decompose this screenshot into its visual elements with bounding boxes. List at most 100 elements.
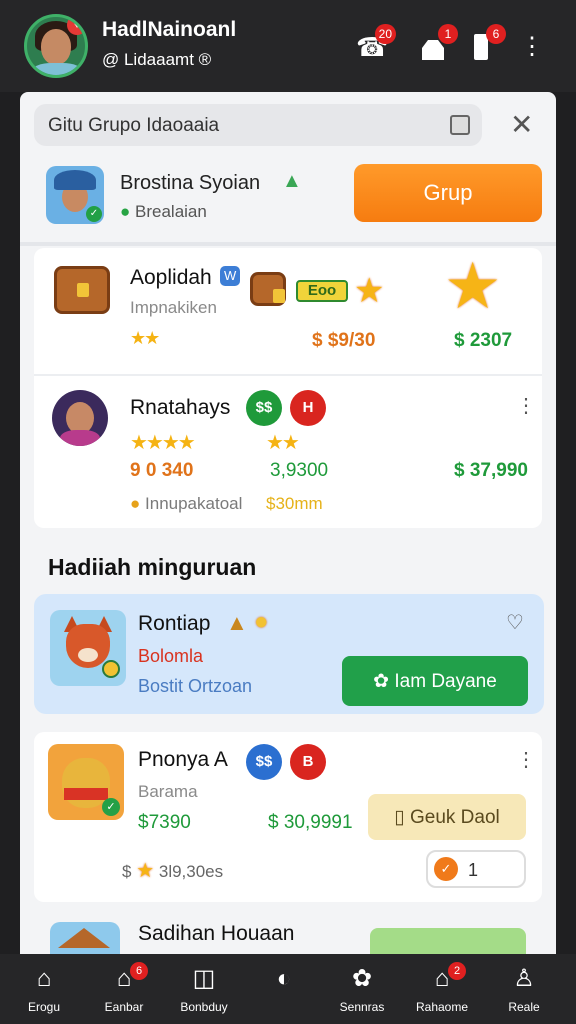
item-chip-red: H bbox=[290, 390, 326, 426]
message-icon: ◫ bbox=[192, 965, 216, 992]
item-subtitle: Impnakiken bbox=[130, 298, 217, 317]
house-avatar bbox=[50, 922, 120, 954]
nav-item-explore[interactable]: ◐ bbox=[248, 964, 320, 1000]
chest-icon bbox=[54, 266, 110, 314]
phone-badge: 6 bbox=[486, 24, 506, 44]
user-avatar[interactable]: ♥ bbox=[24, 14, 88, 78]
group-name: Brostina Syoian bbox=[120, 172, 261, 194]
group-avatar[interactable]: ✓ bbox=[46, 166, 104, 224]
coin-icon bbox=[102, 660, 120, 678]
item-bottom-stars: $ ★ 3l9,30es bbox=[122, 860, 224, 882]
coin-icon: ● bbox=[130, 494, 141, 513]
call-badge: 20 bbox=[374, 24, 396, 44]
profile-icon[interactable]: 1 bbox=[418, 24, 458, 64]
compass-icon: ◐ bbox=[276, 965, 292, 992]
item-stars: ★★ bbox=[130, 328, 160, 348]
stepper-value: 1 bbox=[468, 860, 479, 880]
item-price-mid: $ $9/30 bbox=[312, 330, 376, 351]
item-chip: Eoo bbox=[296, 280, 348, 302]
item-name: Aoplidah bbox=[130, 266, 212, 289]
search-input[interactable]: Gitu Grupo Idaoaaia bbox=[48, 115, 219, 137]
item-note-amount: $30mm bbox=[266, 494, 323, 513]
heart-outline-icon[interactable]: ♡ bbox=[506, 610, 524, 635]
group-header: ✓ Brostina Syoian ▲ ● Brealaian Grup bbox=[20, 156, 556, 238]
join-button[interactable]: ✿ Iam Dayane bbox=[342, 656, 528, 706]
featured-sub-red: Bolomla bbox=[138, 646, 204, 666]
phone-device-icon[interactable]: 6 bbox=[466, 24, 506, 64]
heart-icon: ♥ bbox=[67, 17, 85, 35]
close-icon[interactable]: ✕ bbox=[510, 110, 533, 140]
top-bar: ♥ HadlNainoanl @ Lidaaamt ® ☎ 20 1 6 ⋮ bbox=[0, 0, 576, 92]
filter-icon[interactable] bbox=[450, 115, 470, 135]
search-bar[interactable]: Gitu Grupo Idaoaaia bbox=[34, 104, 482, 146]
list-card: ✓ Pnonya A $$ B ⋮ Barama $7390 $ 30,9991… bbox=[34, 732, 542, 902]
item-chip-red: B bbox=[290, 744, 326, 780]
cat-avatar: ✓ bbox=[48, 744, 124, 820]
nav-item-messages[interactable]: ◫ Bonbduy bbox=[168, 964, 240, 1014]
item-price-mid: $ 30,9991 bbox=[268, 812, 353, 833]
more-icon[interactable]: ⋮ bbox=[516, 750, 536, 770]
check-icon: ✓ bbox=[102, 798, 120, 816]
box-icon: ▯ bbox=[394, 806, 410, 828]
item-tag: W bbox=[220, 266, 241, 286]
item-stars-secondary: ★★ bbox=[266, 432, 300, 454]
featured-card[interactable]: Rontiap ▲ ● ♡ Bolomla Bostit Ortzoan ✿ I… bbox=[34, 594, 544, 714]
flag-icon: ▲ bbox=[282, 170, 302, 192]
home-icon: ⌂ bbox=[36, 965, 52, 992]
profile-badge: 1 bbox=[438, 24, 458, 44]
item-value-right: $ 37,990 bbox=[454, 460, 528, 481]
nav-item-home[interactable]: ⌂ Erogu bbox=[8, 964, 80, 1014]
nav-item-notifications[interactable]: ⌂ 2 Rahaome bbox=[406, 962, 478, 1014]
check-icon: ✓ bbox=[434, 857, 458, 881]
gold-deal-button[interactable]: ▯ Geuk Daol bbox=[368, 794, 526, 840]
item-price-left: $7390 bbox=[138, 812, 191, 833]
nav-badge: 2 bbox=[448, 962, 466, 980]
user-handle: @ Lidaaamt ® bbox=[102, 50, 212, 69]
more-icon[interactable]: ⋮ bbox=[516, 396, 536, 416]
phone-icon[interactable]: ☎ 20 bbox=[356, 24, 396, 64]
grup-button[interactable]: Grup bbox=[354, 164, 542, 222]
emoji-icon: ● bbox=[254, 608, 269, 635]
item-value-mid: 3,9300 bbox=[270, 460, 329, 481]
main-sheet: Gitu Grupo Idaoaaia ✕ ✓ Brostina Syoian … bbox=[20, 92, 556, 954]
shop-icon: ⌂ 6 bbox=[88, 962, 160, 994]
item-name: Sadihan Houaan bbox=[138, 922, 295, 945]
item-value-left: 9 0 340 bbox=[130, 460, 194, 481]
avatar bbox=[52, 390, 108, 446]
divider bbox=[20, 242, 556, 246]
check-icon: ✓ bbox=[86, 206, 102, 222]
item-stars: ★★★★ bbox=[130, 432, 196, 454]
section-title: Hadiiah minguruan bbox=[48, 554, 257, 580]
bottom-nav: ⌂ Erogu ⌂ 6 Eanbar ◫ Bonbduy ◐ ✿ Sennras … bbox=[0, 954, 576, 1024]
featured-sub-blue: Bostit Ortzoan bbox=[138, 676, 253, 696]
quantity-stepper[interactable]: ✓ 1 bbox=[426, 850, 526, 888]
item-chip-blue: $$ bbox=[246, 744, 282, 780]
group-status: ● Brealaian bbox=[120, 202, 207, 221]
featured-name: Rontiap bbox=[138, 612, 211, 635]
big-star-icon: ★ bbox=[444, 250, 502, 322]
item-price-right: $ 2307 bbox=[454, 330, 513, 351]
notification-icon: ⌂ 2 bbox=[406, 962, 478, 994]
item-name: Pnonya A bbox=[138, 748, 228, 771]
action-button[interactable] bbox=[370, 928, 526, 954]
gold-box-icon bbox=[250, 272, 286, 306]
nav-badge: 6 bbox=[130, 962, 148, 980]
item-chip-green: $$ bbox=[246, 390, 282, 426]
profile-icon: ♙ bbox=[513, 965, 535, 992]
bell-icon: ▲ bbox=[226, 610, 248, 635]
more-vertical-icon[interactable]: ⋮ bbox=[520, 30, 544, 64]
online-dot-icon: ● bbox=[120, 202, 131, 221]
nav-item-shop[interactable]: ⌂ 6 Eanbar bbox=[88, 962, 160, 1014]
nav-item-profile[interactable]: ♙ Reale bbox=[488, 964, 560, 1014]
list-item[interactable]: Rnatahays $$ H ⋮ ★★★★ ★★ 9 0 340 3,9300 … bbox=[34, 376, 556, 528]
star-icon: ★ bbox=[136, 860, 155, 882]
item-subtitle: Barama bbox=[138, 782, 198, 801]
fox-avatar bbox=[50, 610, 126, 686]
nav-item-settings[interactable]: ✿ Sennras bbox=[326, 964, 398, 1014]
item-name: Rnatahays bbox=[130, 396, 231, 419]
item-note: ● Innupakatoal bbox=[130, 494, 243, 513]
list-item[interactable]: Aoplidah W Eoo ★ ★ Impnakiken ★★ $ $9/30… bbox=[34, 248, 556, 374]
user-name: HadlNainoanl bbox=[102, 18, 237, 41]
rewards-card: Aoplidah W Eoo ★ ★ Impnakiken ★★ $ $9/30… bbox=[34, 248, 542, 528]
list-item[interactable]: ✓ Pnonya A $$ B ⋮ Barama $7390 $ 30,9991… bbox=[34, 732, 556, 902]
